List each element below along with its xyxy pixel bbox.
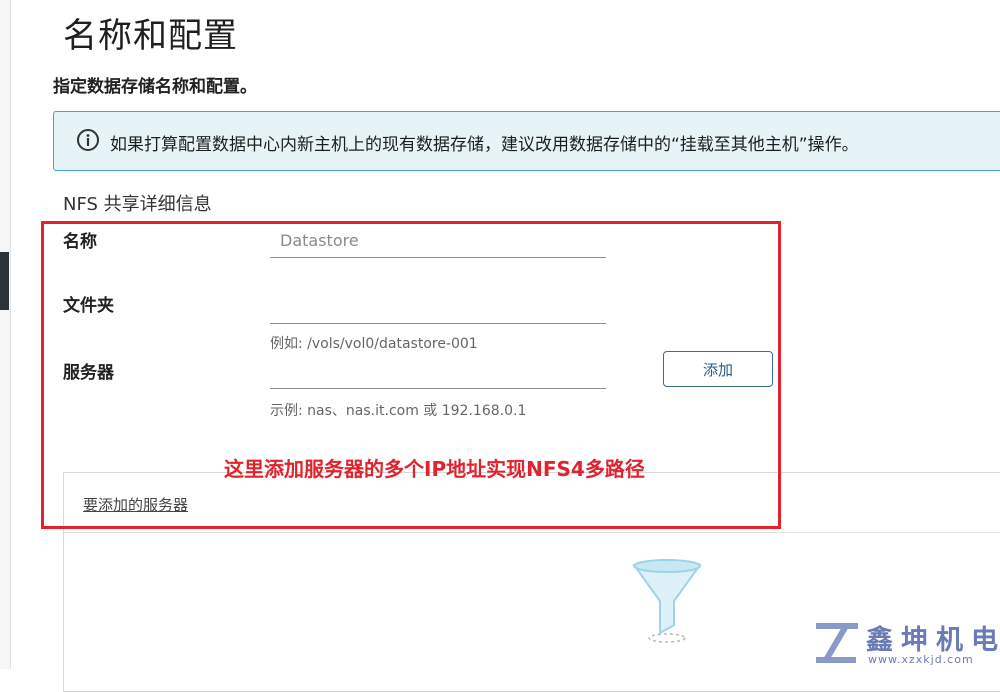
watermark-url: www.xzxkjd.com (868, 653, 974, 666)
funnel-icon (632, 559, 702, 643)
page-title: 名称和配置 (63, 16, 238, 56)
page-subtitle: 指定数据存储名称和配置。 (53, 77, 257, 97)
watermark: 鑫坤机电 www.xzxkjd.com (812, 618, 1000, 669)
info-banner: 如果打算配置数据中心内新主机上的现有数据存储，建议改用数据存储中的“挂载至其他主… (53, 111, 1000, 171)
left-rail (0, 0, 11, 669)
left-rail-selected-marker (0, 252, 9, 310)
watermark-text: 鑫坤机电 (866, 625, 1000, 656)
info-icon (77, 129, 99, 151)
highlight-box (41, 221, 781, 529)
annotation-text: 这里添加服务器的多个IP地址实现NFS4多路径 (224, 457, 645, 481)
info-banner-text: 如果打算配置数据中心内新主机上的现有数据存储，建议改用数据存储中的“挂载至其他主… (110, 135, 859, 155)
xz-logo (816, 623, 858, 663)
nfs-section-title: NFS 共享详细信息 (63, 194, 212, 215)
